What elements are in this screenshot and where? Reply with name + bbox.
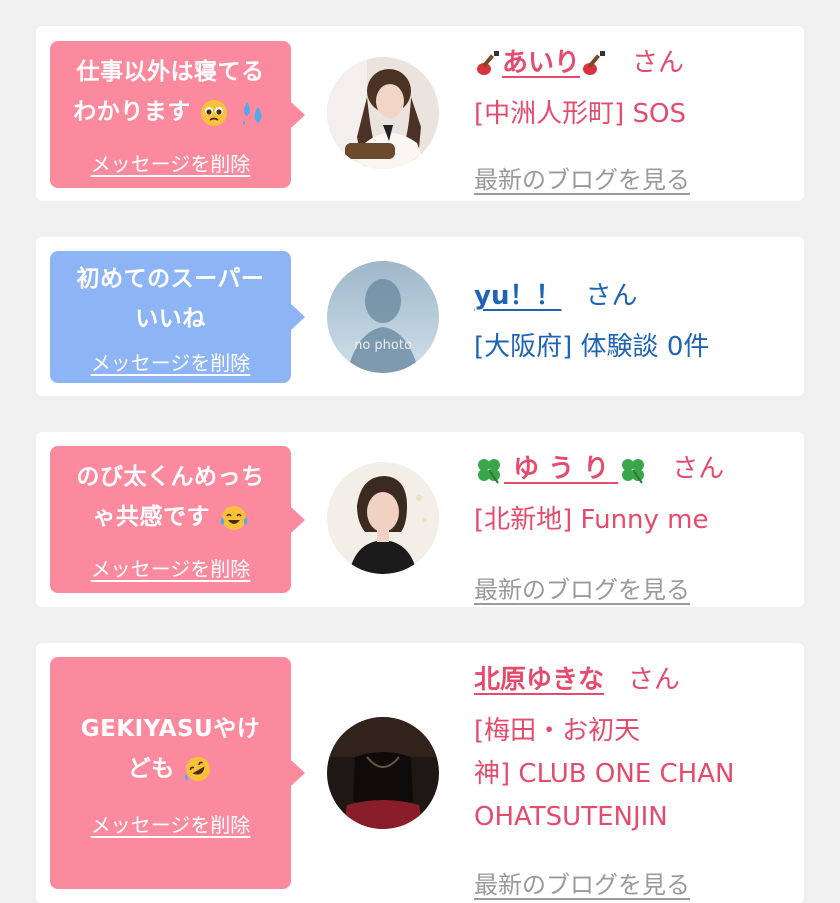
user-info: ゆ う り さん [北新地] Funny me 最新のブログを見る	[474, 448, 794, 604]
message-bubble: 仕事以外は寝てる わかります メッセージを削除	[50, 41, 305, 188]
honorific: さん	[672, 454, 725, 484]
honorific: さん	[632, 48, 685, 78]
shop-location: [大阪府] 体験談 0件	[474, 332, 710, 362]
message-bubble: 初めてのスーパー いいね メッセージを削除	[50, 251, 305, 383]
tears-of-joy-icon	[220, 505, 247, 530]
user-info: あいり さん [中洲人形町] SOS 最新のブログを見る	[474, 42, 794, 194]
user-name-link[interactable]: yu！！	[474, 275, 561, 312]
message-text: のび太くんめっち ゃ共感です	[63, 457, 278, 537]
avatar[interactable]	[327, 462, 439, 574]
pleading-face-icon	[201, 99, 228, 126]
message-bubble: のび太くんめっち ゃ共感です メッセージを削除	[50, 446, 305, 593]
message-text: GEKIYASUやけ ども	[63, 709, 278, 789]
message-card: 初めてのスーパー いいね メッセージを削除 no photo yu！！ さん […	[36, 237, 804, 396]
shop-location: [北新地] Funny me	[474, 505, 709, 535]
message-card: GEKIYASUやけ ども メッセージを削除 北原ゆきな さん [梅田・お初天 …	[36, 643, 804, 903]
shop-location: [梅田・お初天 神] CLUB ONE CHAN OHATSUTENJIN	[474, 716, 735, 832]
sweat-droplets-icon	[242, 101, 262, 125]
honorific: さん	[628, 665, 681, 695]
message-text: 初めてのスーパー いいね	[76, 265, 265, 332]
user-info: yu！！ さん [大阪府] 体験談 0件	[474, 275, 794, 369]
clover-icon	[622, 458, 645, 484]
latest-blog-link[interactable]: 最新のブログを見る	[474, 570, 690, 605]
delete-message-link[interactable]: メッセージを削除	[91, 347, 251, 376]
message-card: 仕事以外は寝てる わかります メッセージを削除 あいり さん [中洲人形町] S…	[36, 26, 804, 201]
message-text: 仕事以外は寝てる わかります	[63, 52, 278, 132]
message-bubble: GEKIYASUやけ ども メッセージを削除	[50, 657, 305, 889]
avatar[interactable]	[327, 57, 439, 169]
user-name-link[interactable]: 北原ゆきな	[474, 659, 604, 696]
honorific: さん	[585, 281, 638, 311]
latest-blog-link[interactable]: 最新のブログを見る	[474, 865, 690, 900]
latest-blog-link[interactable]: 最新のブログを見る	[474, 160, 690, 195]
guitar-icon	[583, 50, 606, 75]
guitar-icon	[477, 50, 499, 75]
svg-text:no photo: no photo	[354, 338, 412, 353]
avatar[interactable]	[327, 717, 439, 829]
shop-location: [中洲人形町] SOS	[474, 99, 687, 129]
rolling-laughing-icon	[185, 757, 211, 781]
delete-message-link[interactable]: メッセージを削除	[91, 809, 251, 838]
delete-message-link[interactable]: メッセージを削除	[91, 553, 251, 582]
user-name-link[interactable]: あいり	[474, 42, 608, 79]
avatar[interactable]: no photo	[327, 261, 439, 373]
user-name-link[interactable]: ゆ う り	[474, 448, 648, 485]
user-info: 北原ゆきな さん [梅田・お初天 神] CLUB ONE CHAN OHATSU…	[474, 659, 794, 899]
message-card: のび太くんめっち ゃ共感です メッセージを削除 ゆ う り さん [北新地] F…	[36, 432, 804, 607]
delete-message-link[interactable]: メッセージを削除	[91, 148, 251, 177]
clover-icon	[478, 458, 500, 484]
